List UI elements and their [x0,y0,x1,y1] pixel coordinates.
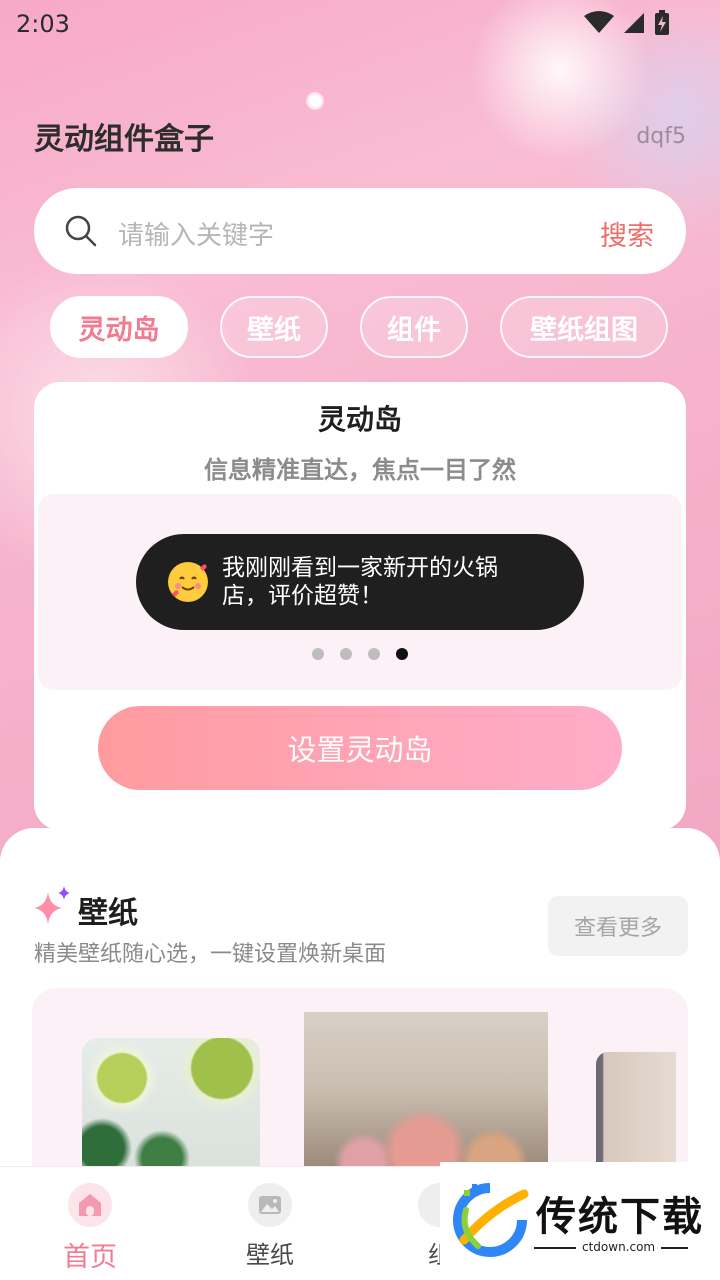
watermark-url: ctdown.com [576,1240,662,1254]
carousel-dot-active[interactable] [396,648,408,660]
carousel-dot[interactable] [368,648,380,660]
home-icon [68,1183,112,1227]
user-id: dqf5 [636,124,686,149]
wallpaper-title: 壁纸 [78,896,138,931]
tab-wallpaper[interactable]: 壁纸 [220,296,328,358]
category-tabs: 灵动岛 壁纸 组件 壁纸组图 [0,296,720,360]
search-input[interactable]: 请输入关键字 [118,215,274,252]
image-icon [248,1183,292,1227]
tab-wallpaper-set[interactable]: 壁纸组图 [500,296,668,358]
nav-wallpaper-label: 壁纸 [246,1241,294,1269]
search-bar[interactable]: 请输入关键字 搜索 [34,188,686,274]
dynamic-island-card: 灵动岛 信息精准直达，焦点一目了然 我刚刚看到一家新开的火锅店，评价超赞！ 设置… [34,382,686,830]
set-dynamic-island-button[interactable]: 设置灵动岛 [98,706,622,790]
view-more-button[interactable]: 查看更多 [548,896,688,956]
search-icon [64,214,98,252]
search-button[interactable]: 搜索 [600,214,654,253]
light-sparkle [306,92,324,110]
sparkle-icon [32,886,72,930]
nav-home[interactable]: 首页 [30,1183,150,1274]
dynamic-island: 我刚刚看到一家新开的火锅店，评价超赞！ [136,534,584,630]
carousel-dot[interactable] [340,648,352,660]
card-title: 灵动岛 [317,403,402,436]
signal-icon [622,11,646,39]
tab-widget[interactable]: 组件 [360,296,468,358]
status-time: 2:03 [16,10,70,38]
wifi-icon [584,11,614,39]
carousel-dot[interactable] [312,648,324,660]
watermark-brand: 传统下载 [536,1194,704,1240]
island-message: 我刚刚看到一家新开的火锅店，评价超赞！ [222,555,498,609]
battery-charging-icon [654,10,670,40]
wallpaper-subtitle: 精美壁纸随心选，一键设置焕新桌面 [34,942,387,967]
ctdown-logo-icon [450,1180,530,1260]
nav-home-label: 首页 [63,1242,117,1273]
watermark: 传统下载 ctdown.com [440,1162,720,1280]
wallpaper-gallery [32,988,688,1188]
status-bar: 2:03 [0,0,720,48]
carousel-indicator [38,648,682,660]
island-preview[interactable]: 我刚刚看到一家新开的火锅店，评价超赞！ [38,494,682,690]
smiling-face-with-hearts-icon [168,562,208,602]
card-subtitle: 信息精准直达，焦点一目了然 [204,456,516,484]
nav-wallpaper[interactable]: 壁纸 [210,1183,330,1270]
tab-dynamic-island[interactable]: 灵动岛 [50,296,188,358]
app-title: 灵动组件盒子 [34,122,214,157]
